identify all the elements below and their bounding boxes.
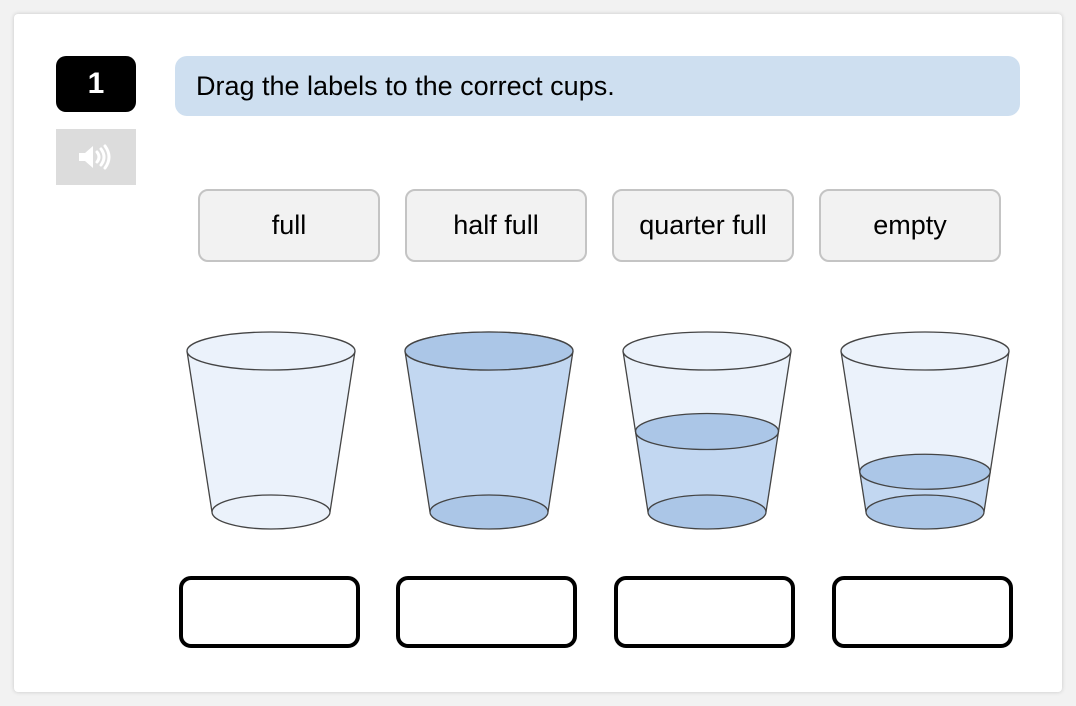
label-text: empty	[873, 210, 947, 240]
speaker-icon	[79, 144, 111, 170]
drop-zone-1[interactable]	[179, 576, 360, 648]
drop-zone-3[interactable]	[614, 576, 795, 648]
label-text: quarter full	[639, 210, 767, 240]
draggable-label-empty[interactable]: empty	[819, 189, 1001, 262]
draggable-label-half-full[interactable]: half full	[405, 189, 587, 262]
cup-rim	[186, 331, 356, 371]
drop-zone-4[interactable]	[832, 576, 1013, 648]
water-surface	[859, 453, 991, 490]
cup-rim	[840, 331, 1010, 371]
cup-4	[840, 331, 1010, 530]
instruction-banner: Drag the labels to the correct cups.	[175, 56, 1020, 116]
cup-rim	[622, 331, 792, 371]
water-surface	[634, 412, 780, 451]
cup-1	[186, 331, 356, 530]
cup-bottom	[865, 494, 985, 530]
draggable-label-full[interactable]: full	[198, 189, 380, 262]
question-number-badge: 1	[56, 56, 136, 112]
cup-bottom	[211, 494, 331, 530]
question-number: 1	[87, 67, 105, 100]
label-text: full	[271, 210, 307, 240]
cup-bottom	[429, 494, 549, 530]
label-text: half full	[453, 210, 539, 240]
cup-2	[404, 331, 574, 530]
cup-3	[622, 331, 792, 530]
cup-rim	[404, 331, 574, 371]
cup-bottom	[647, 494, 767, 530]
audio-button[interactable]	[56, 129, 136, 185]
drop-zone-2[interactable]	[396, 576, 577, 648]
instruction-text: Drag the labels to the correct cups.	[196, 70, 615, 101]
draggable-label-quarter-full[interactable]: quarter full	[612, 189, 794, 262]
